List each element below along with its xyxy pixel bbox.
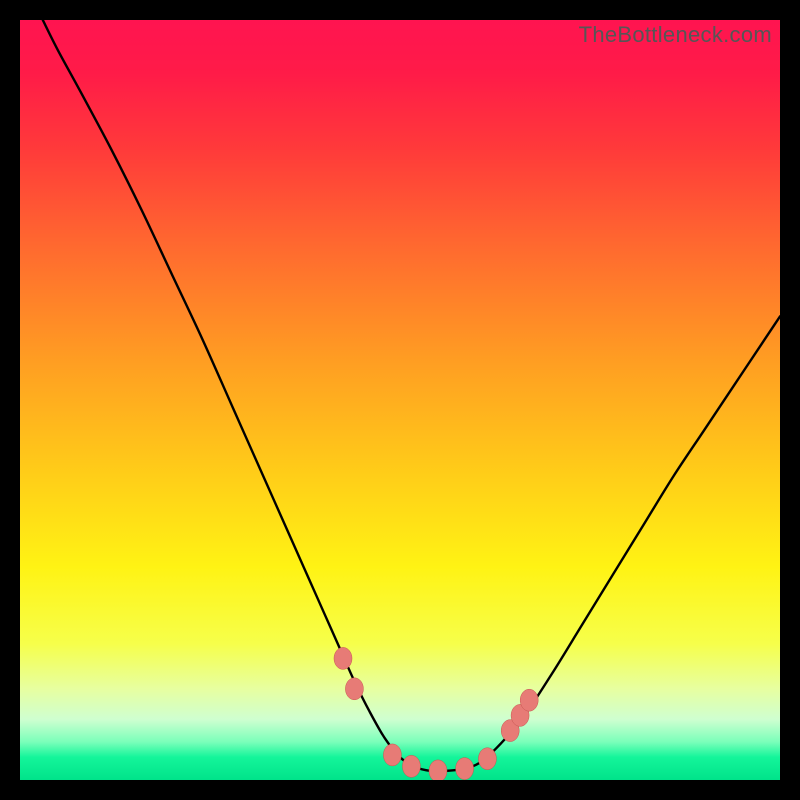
chart-frame: TheBottleneck.com — [20, 20, 780, 780]
curve-marker — [402, 755, 420, 777]
curve-marker — [456, 758, 474, 780]
curve-svg — [20, 20, 780, 780]
curve-marker — [345, 678, 363, 700]
curve-marker — [334, 647, 352, 669]
bottleneck-curve — [43, 20, 780, 771]
marker-group — [334, 647, 538, 780]
curve-marker — [383, 744, 401, 766]
curve-marker — [520, 689, 538, 711]
plot-area: TheBottleneck.com — [20, 20, 780, 780]
curve-marker — [478, 748, 496, 770]
curve-marker — [429, 760, 447, 780]
